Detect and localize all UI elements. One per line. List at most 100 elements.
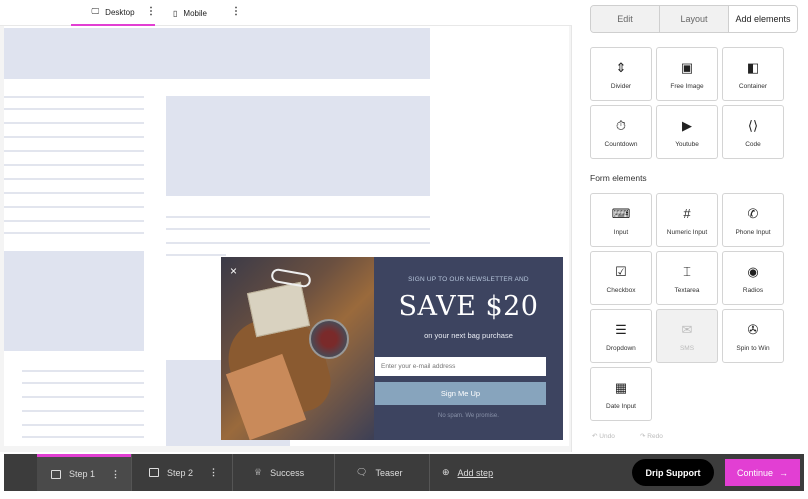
element-tile-label: SMS [679, 344, 695, 352]
placeholder-line [22, 396, 144, 398]
sms-icon: ✉ [681, 321, 693, 337]
device-tab-desktop-label: Desktop [105, 7, 135, 17]
placeholder-line [22, 370, 144, 372]
undo-label: Undo [599, 433, 615, 440]
panel-tabs: Edit Layout Add elements [590, 5, 798, 33]
step-tab-success[interactable]: ♕ Success [254, 454, 304, 491]
continue-button[interactable]: Continue → [725, 459, 800, 486]
step-more-icon[interactable]: ⋮ [111, 469, 120, 480]
device-tab-mobile[interactable]: ▯ Mobile [173, 0, 207, 26]
element-tile-input[interactable]: ⌨ Input [590, 193, 652, 247]
email-field[interactable] [375, 357, 546, 376]
element-tile-label: Spin to Win [736, 344, 770, 352]
hash-icon: # [683, 206, 691, 221]
placeholder-banner [4, 28, 430, 79]
desktop-more-icon[interactable]: ⋮ [146, 6, 156, 17]
element-tile-free-image[interactable]: ▣ Free Image [656, 47, 718, 101]
calendar-icon: ▦ [614, 379, 628, 395]
element-tile-phone-input[interactable]: ✆ Phone Input [722, 193, 784, 247]
element-tile-label: Free Image [670, 82, 704, 90]
element-tile-youtube[interactable]: ▶ Youtube [656, 105, 718, 159]
step-more-icon[interactable]: ⋮ [209, 467, 218, 478]
step-tab-teaser[interactable]: 🗨 Teaser [356, 454, 402, 491]
add-step-button[interactable]: ⊕ Add step [442, 454, 493, 491]
element-tile-date-input[interactable]: ▦ Date Input [590, 367, 652, 421]
trophy-icon: ♕ [254, 467, 263, 477]
tab-edit[interactable]: Edit [591, 6, 660, 32]
step-label: Success [270, 467, 305, 478]
placeholder-line [166, 242, 430, 244]
step-tab-1[interactable]: Step 1 ⋮ [37, 454, 131, 491]
element-tile-code[interactable]: ⟨⟩ Code [722, 105, 784, 159]
input-icon: ⌨ [611, 205, 631, 221]
step-label: Teaser [375, 467, 403, 478]
element-tile-countdown[interactable]: ⏱ Countdown [590, 105, 652, 159]
element-tile-label: Date Input [606, 402, 636, 410]
container-icon: ◧ [746, 59, 760, 75]
step-tab-2[interactable]: Step 2 ⋮ [149, 454, 218, 491]
arrow-right-icon: → [779, 467, 789, 478]
step-divider [232, 454, 233, 491]
youtube-icon: ▶ [682, 117, 692, 133]
teaser-icon: 🗨 [356, 467, 368, 477]
divider-icon: ⇕ [615, 59, 627, 75]
element-tile-label: Phone Input [735, 228, 771, 236]
element-tile-textarea[interactable]: ⌶ Textarea [656, 251, 718, 305]
glass-shape [309, 319, 349, 359]
element-tile-checkbox[interactable]: ☑ Checkbox [590, 251, 652, 305]
tab-add-elements[interactable]: Add elements [729, 6, 797, 32]
step-divider [334, 454, 335, 491]
element-tile-spin-to-win[interactable]: ✇ Spin to Win [722, 309, 784, 363]
element-tile-sms: ✉ SMS [656, 309, 718, 363]
placeholder-line [4, 122, 144, 124]
element-tile-divider[interactable]: ⇕ Divider [590, 47, 652, 101]
element-tile-label: Youtube [675, 140, 699, 148]
element-tile-label: Dropdown [606, 344, 636, 352]
element-tile-numeric-input[interactable]: # Numeric Input [656, 193, 718, 247]
undo-button[interactable]: ↶ Undo [592, 432, 615, 440]
step-divider [131, 454, 132, 491]
dropdown-icon: ☰ [615, 321, 627, 337]
placeholder-line [4, 206, 144, 208]
placeholder-line [4, 178, 144, 180]
close-icon[interactable]: × [230, 264, 237, 278]
drip-support-button[interactable]: Drip Support [632, 459, 714, 486]
element-tile-label: Radios [742, 286, 764, 294]
newsletter-popup[interactable]: × SIGN UP TO OUR NEWSLETTER AND SAVE $20… [221, 257, 563, 440]
mobile-more-icon[interactable]: ⋮ [231, 6, 241, 17]
element-tile-label: Countdown [604, 140, 638, 148]
spin-wheel-icon: ✇ [747, 321, 759, 337]
continue-label: Continue [736, 467, 774, 478]
placeholder-line [166, 254, 226, 256]
redo-button[interactable]: ↷ Redo [640, 432, 663, 440]
placeholder-line [4, 150, 144, 152]
step-icon [149, 468, 159, 477]
placeholder-line [166, 216, 430, 218]
popup-hero-image [221, 257, 374, 440]
element-tile-container[interactable]: ◧ Container [722, 47, 784, 101]
placeholder-line [22, 410, 144, 412]
placeholder-line [4, 192, 144, 194]
element-tile-label: Input [613, 228, 629, 236]
textarea-icon: ⌶ [683, 263, 691, 279]
placeholder-line [4, 220, 144, 222]
plus-circle-icon: ⊕ [442, 467, 450, 477]
element-tile-dropdown[interactable]: ☰ Dropdown [590, 309, 652, 363]
form-element-grid: ⌨ Input # Numeric Input ✆ Phone Input ☑ Checkbo… [590, 193, 784, 421]
element-tile-label: Textarea [674, 286, 700, 294]
element-tile-label: Divider [610, 82, 632, 90]
step-divider [429, 454, 430, 491]
element-tile-label: Checkbox [606, 286, 636, 294]
tab-layout[interactable]: Layout [660, 6, 729, 32]
desktop-icon: 🖵 [91, 7, 100, 16]
device-tab-desktop[interactable]: 🖵 Desktop [71, 0, 155, 26]
countdown-icon: ⏱ [615, 117, 627, 133]
radio-icon: ◉ [747, 263, 759, 279]
elements-panel: Edit Layout Add elements ⇕ Divider ▣ Free I… [577, 0, 808, 452]
add-step-label: Add step [457, 467, 494, 478]
placeholder-line [4, 108, 144, 110]
step-icon [51, 469, 61, 479]
element-tile-radios[interactable]: ◉ Radios [722, 251, 784, 305]
sign-up-button[interactable]: Sign Me Up [375, 382, 546, 405]
popup-title: SAVE $20 [398, 291, 539, 322]
